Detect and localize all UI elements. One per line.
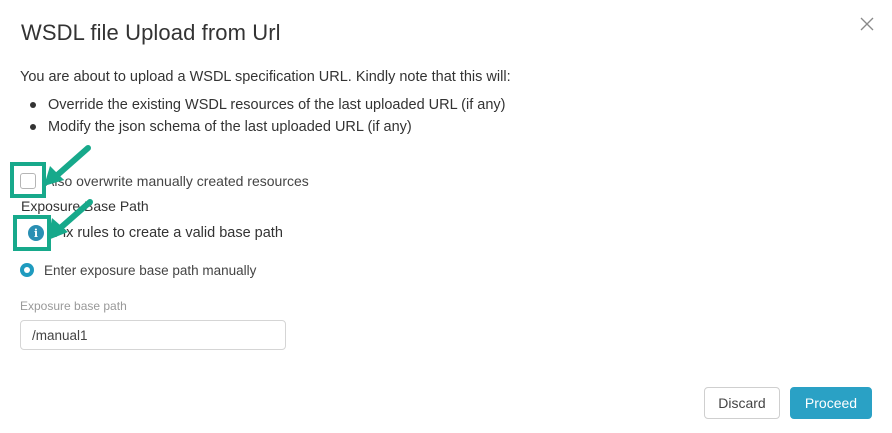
manual-path-option[interactable]: Enter exposure base path manually xyxy=(20,260,256,280)
upload-dialog: WSDL file Upload from Url You are about … xyxy=(0,0,892,433)
warning-list: Override the existing WSDL resources of … xyxy=(30,94,506,138)
info-text: Fix rules to create a valid base path xyxy=(54,225,283,241)
list-item: Override the existing WSDL resources of … xyxy=(30,94,506,116)
dialog-title: WSDL file Upload from Url xyxy=(21,20,281,45)
intro-text: You are about to upload a WSDL specifica… xyxy=(20,69,511,85)
overwrite-option[interactable]: Also overwrite manually created resource… xyxy=(20,171,309,191)
discard-button[interactable]: Discard xyxy=(704,387,780,419)
list-item: Modify the json schema of the last uploa… xyxy=(30,116,506,138)
manual-path-label: Enter exposure base path manually xyxy=(44,262,257,278)
overwrite-label: Also overwrite manually created resource… xyxy=(45,173,309,189)
info-message: i Fix rules to create a valid base path xyxy=(20,223,283,243)
close-icon[interactable] xyxy=(857,14,877,34)
info-icon: i xyxy=(28,225,44,241)
base-path-label: Exposure base path xyxy=(20,299,127,313)
overwrite-checkbox[interactable] xyxy=(20,173,36,189)
base-path-input[interactable] xyxy=(20,320,286,350)
manual-path-radio[interactable] xyxy=(20,263,34,277)
proceed-button[interactable]: Proceed xyxy=(790,387,872,419)
exposure-section-label: Exposure Base Path xyxy=(21,198,149,214)
